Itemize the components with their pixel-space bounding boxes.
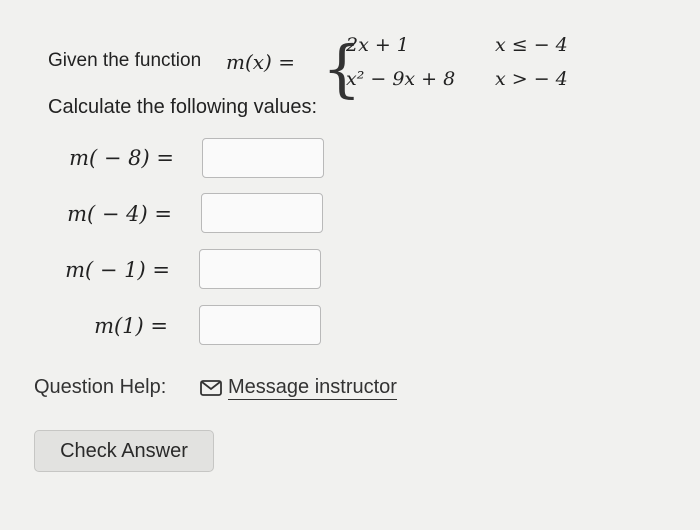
- answer-input-m-neg1[interactable]: [199, 249, 321, 289]
- instruction-text: Calculate the following values:: [48, 96, 318, 118]
- message-instructor-link[interactable]: Message instructor: [228, 376, 397, 400]
- prompt-text: Given the function: [48, 50, 202, 71]
- case-2-expression: x² − 9x + 8: [346, 68, 456, 90]
- answer-input-m-neg4[interactable]: [201, 193, 323, 233]
- case-2-condition: x > − 4: [495, 68, 568, 90]
- check-answer-button[interactable]: Check Answer: [34, 430, 214, 472]
- function-name: m(x) =: [226, 50, 295, 74]
- answer-input-m-1[interactable]: [199, 305, 321, 345]
- mail-icon[interactable]: [200, 380, 222, 396]
- case-1-condition: x ≤ − 4: [495, 34, 568, 56]
- case-1-expression: 2x + 1: [346, 34, 409, 56]
- row-label-m-1: m(1) =: [94, 314, 168, 338]
- question-help: Question Help: Message instructor: [34, 376, 397, 400]
- question-help-label: Question Help:: [34, 376, 167, 398]
- row-label-m-neg8: m( − 8) =: [69, 146, 174, 170]
- row-label-m-neg1: m( − 1) =: [65, 258, 170, 282]
- answer-input-m-neg8[interactable]: [202, 138, 324, 178]
- row-label-m-neg4: m( − 4) =: [67, 202, 172, 226]
